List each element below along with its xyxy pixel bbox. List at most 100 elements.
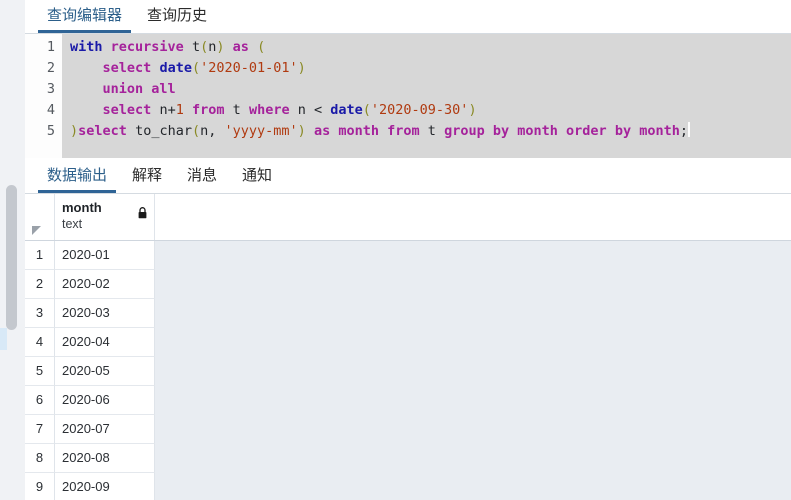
code-token: month [517,123,558,139]
code-token: date [330,102,363,118]
cell-month[interactable]: 2020-01 [55,241,155,270]
code-token: '2020-09-30' [370,102,469,118]
cell-month[interactable]: 2020-09 [55,473,155,500]
query-tab-bar: 查询编辑器 查询历史 [25,0,791,34]
code-token: t [232,102,241,118]
code-token: , [208,123,225,139]
table-row[interactable]: 8 2020-08 [25,444,791,473]
line-number: 1 [46,39,55,55]
code-token: all [151,81,176,97]
table-row[interactable]: 9 2020-09 [25,473,791,500]
cell-month[interactable]: 2020-06 [55,386,155,415]
tab-1[interactable]: 查询编辑器 [38,8,132,33]
row-filler [155,473,791,500]
sql-editor[interactable]: 12345 with recursive t(n) as ( select da… [25,34,791,158]
cell-month[interactable]: 2020-05 [55,357,155,386]
row-number-cell[interactable]: 7 [25,415,55,444]
table-row[interactable]: 5 2020-05 [25,357,791,386]
code-token: ) [468,102,477,118]
row-filler [155,270,791,299]
rail-selection-indicator [0,328,7,350]
text-caret [688,122,691,137]
code-token: ) [297,60,306,76]
row-number-cell[interactable]: 2 [25,270,55,299]
table-row[interactable]: 3 2020-03 [25,299,791,328]
row-number-cell[interactable]: 8 [25,444,55,473]
row-number-cell[interactable]: 9 [25,473,55,500]
code-token: order [566,123,607,139]
table-row[interactable]: 4 2020-04 [25,328,791,357]
tab-3[interactable]: 消息 [178,168,226,193]
row-number-cell[interactable]: 1 [25,241,55,270]
cell-month[interactable]: 2020-08 [55,444,155,473]
row-filler [155,357,791,386]
left-rail [0,0,25,500]
code-token: < [305,102,331,118]
cell-month[interactable]: 2020-02 [55,270,155,299]
row-filler [155,386,791,415]
grid-header-column-month[interactable]: month text [55,194,155,240]
cell-month[interactable]: 2020-04 [55,328,155,357]
code-token: month [338,123,379,139]
row-number-cell[interactable]: 3 [25,299,55,328]
tab-1[interactable]: 数据输出 [38,168,117,193]
row-number-cell[interactable]: 4 [25,328,55,357]
code-token: '2020-01-01' [200,60,298,76]
grid-header-filler [155,194,791,240]
data-output-panel: month text 1 2020-01 2 2020-02 3 2020-03 4 2020… [25,194,791,500]
code-token: ; [679,123,689,139]
code-token: t [191,39,201,55]
grid-header-rownum-cell[interactable] [25,194,55,240]
vertical-scrollbar-thumb[interactable] [6,185,17,330]
table-row[interactable]: 6 2020-06 [25,386,791,415]
code-token: ) [216,39,225,55]
row-filler [155,299,791,328]
editor-code-area[interactable]: with recursive t(n) as ( select date('20… [63,34,791,158]
table-row[interactable]: 1 2020-01 [25,241,791,270]
code-token: where [248,102,290,118]
code-token: n [159,102,168,118]
tab-2[interactable]: 解释 [123,168,171,193]
column-type-label: text [62,217,83,231]
code-token: 'yyyy-mm' [224,123,298,139]
top-tabs-list: 查询编辑器 查询历史 [25,0,791,33]
cell-month[interactable]: 2020-07 [55,415,155,444]
row-filler [155,444,791,473]
row-number-cell[interactable]: 6 [25,386,55,415]
row-filler [155,415,791,444]
row-number-cell[interactable]: 5 [25,357,55,386]
cell-month[interactable]: 2020-03 [55,299,155,328]
code-token: recursive [110,39,184,55]
tab-2[interactable]: 查询历史 [138,8,216,33]
row-filler [155,241,791,270]
code-token: from [192,102,225,118]
code-line: select date('2020-01-01') [70,58,791,79]
code-token: date [159,60,192,76]
lock-icon [138,207,147,219]
code-token: with [70,39,103,55]
code-token: ( [200,39,209,55]
table-row[interactable]: 2 2020-02 [25,270,791,299]
code-token: ( [191,123,201,139]
code-token: by [614,123,632,139]
code-token: select [102,102,152,118]
tab-4[interactable]: 通知 [233,168,281,193]
code-token: by [492,123,510,139]
editor-line-number-gutter: 1 2 3 4 5 [25,34,63,158]
code-line: select n+1 from t where n < date('2020-0… [70,100,791,121]
code-token: n [297,102,306,118]
table-row[interactable]: 7 2020-07 [25,415,791,444]
query-tool-root: 查询编辑器 查询历史 12345 with recursive t(n) as (… [0,0,791,500]
